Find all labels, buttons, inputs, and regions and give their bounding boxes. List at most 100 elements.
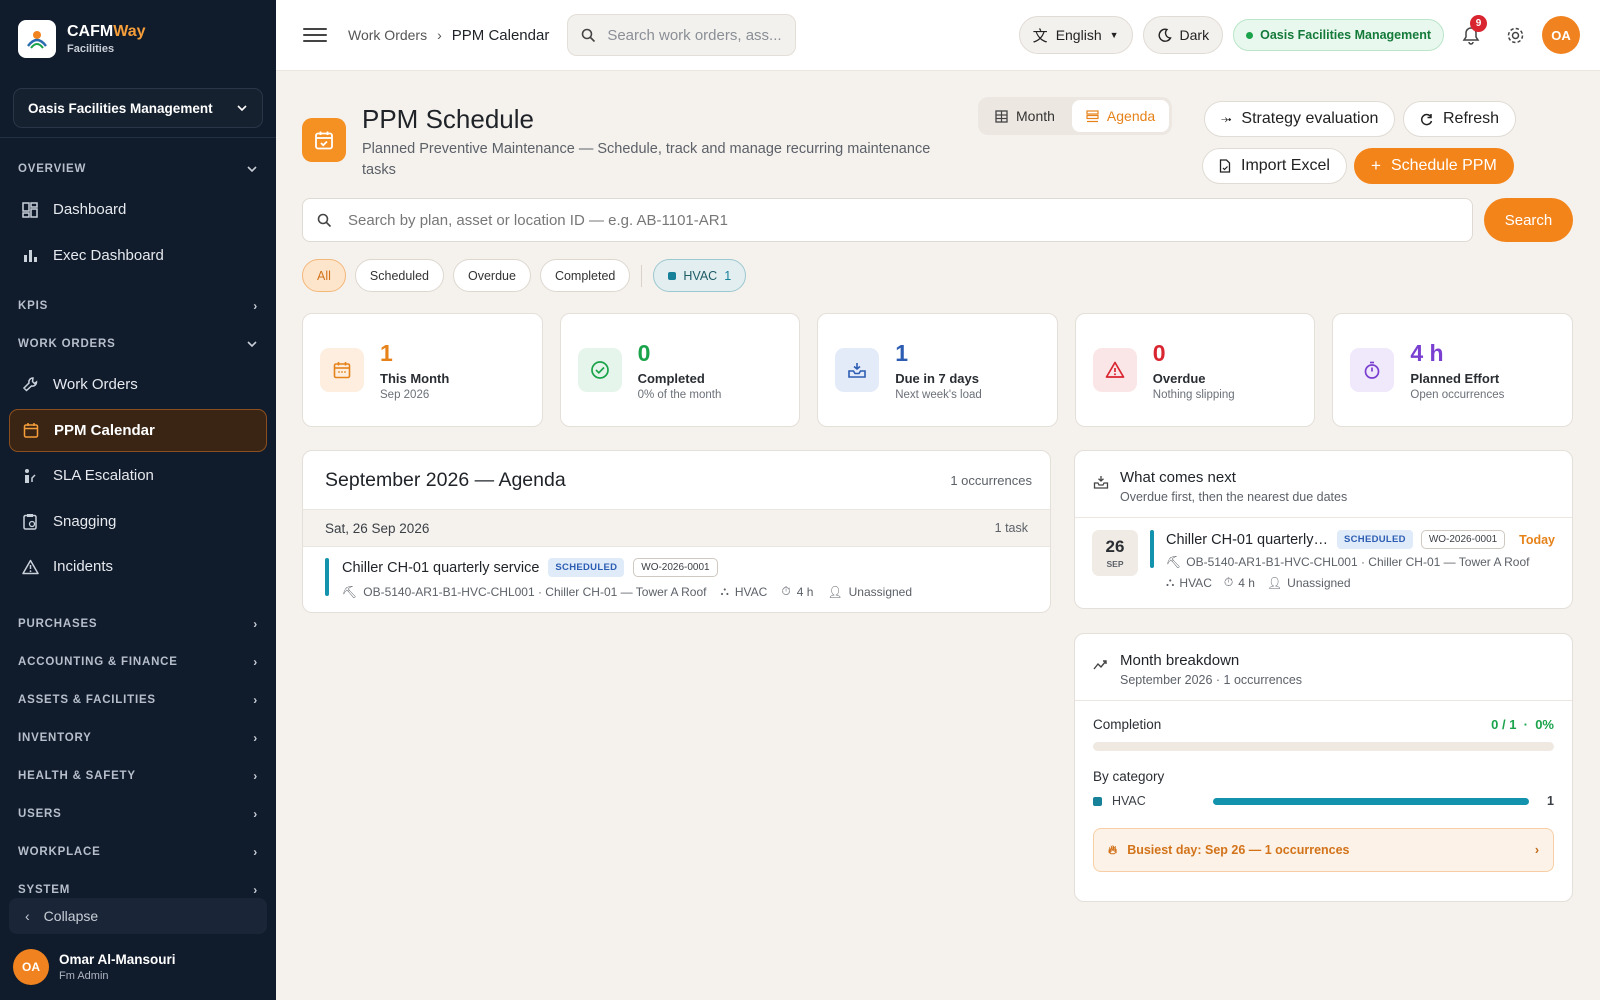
stat-value: 1: [895, 339, 908, 366]
filter-category-hvac[interactable]: HVAC 1: [653, 259, 747, 292]
status-dot: [1246, 31, 1254, 39]
work-order-badge[interactable]: WO-2026-0001: [1420, 530, 1506, 549]
brand-subtitle: Facilities: [67, 43, 115, 55]
stat-label: This Month: [380, 370, 450, 386]
brand[interactable]: CAFMWay Facilities: [0, 0, 276, 78]
collapse-button[interactable]: ‹ Collapse: [9, 898, 267, 934]
strategy-evaluation-button[interactable]: ⤞ Strategy evaluation: [1204, 101, 1396, 137]
filter-scheduled[interactable]: Scheduled: [354, 259, 444, 292]
user-avatar[interactable]: OA: [1542, 16, 1580, 54]
view-toggle: Month Agenda: [978, 97, 1173, 135]
section-work-orders[interactable]: WORK ORDERS: [0, 325, 276, 363]
sidebar-item-label: Work Orders: [53, 376, 138, 393]
sidebar-item-snagging[interactable]: Snagging: [9, 500, 267, 543]
stat-card-due-7-days[interactable]: 1 Due in 7 days Next week's load: [817, 313, 1058, 427]
language-selector[interactable]: 文 English ▼: [1018, 16, 1133, 54]
section-health-safety[interactable]: HEALTH & SAFETY ›: [0, 757, 276, 795]
section-kpis[interactable]: KPIS ›: [0, 287, 276, 325]
category-bar-fill: [1213, 797, 1529, 805]
brand-name-accent: Way: [113, 23, 146, 40]
schedule-ppm-button[interactable]: + Schedule PPM: [1354, 148, 1514, 184]
global-search-placeholder: Search work orders, ass...: [607, 26, 782, 44]
stat-card-overdue[interactable]: 0 Overdue Nothing slipping: [1074, 313, 1316, 427]
view-agenda-button[interactable]: Agenda: [1071, 100, 1170, 132]
view-month-label: Month: [1016, 108, 1055, 124]
stat-sub: Nothing slipping: [1152, 388, 1235, 401]
plan-search-input[interactable]: Search by plan, asset or location ID — e…: [302, 198, 1473, 242]
sidebar-item-work-orders[interactable]: Work Orders: [9, 363, 267, 406]
sidebar-item-label: Exec Dashboard: [53, 246, 164, 264]
category-label: HVAC: [683, 268, 718, 283]
section-accounting-finance[interactable]: ACCOUNTING & FINANCE ›: [0, 643, 276, 681]
sidebar-item-exec-dashboard[interactable]: Exec Dashboard: [9, 234, 267, 277]
section-users[interactable]: USERS ›: [0, 795, 276, 833]
chevron-right-icon: ›: [253, 654, 258, 669]
sidebar-item-sla-escalation[interactable]: SLA Escalation: [9, 454, 267, 497]
brand-name: CAFM: [67, 23, 114, 40]
timer-icon: ⏱: [781, 584, 791, 598]
filter-all[interactable]: All: [302, 259, 346, 292]
org-status-badge[interactable]: Oasis Facilities Management: [1233, 19, 1444, 51]
chevron-right-icon: ›: [253, 616, 258, 631]
chevron-right-icon: ›: [253, 692, 258, 707]
trend-icon: [1093, 652, 1109, 687]
global-search-input[interactable]: Search work orders, ass...: [567, 14, 797, 56]
view-month-button[interactable]: Month: [981, 100, 1069, 132]
import-excel-button[interactable]: Import Excel: [1202, 148, 1347, 184]
filter-overdue[interactable]: Overdue: [452, 259, 531, 292]
person-icon: 👤︎: [1266, 575, 1283, 590]
chevron-left-icon: ‹: [25, 908, 30, 924]
calendar-icon: [320, 348, 364, 392]
section-assets-facilities[interactable]: ASSETS & FACILITIES ›: [0, 681, 276, 719]
alert-triangle-icon: [1092, 348, 1137, 392]
search-button[interactable]: Search: [1484, 198, 1573, 242]
section-purchases[interactable]: PURCHASES ›: [0, 605, 276, 643]
escalation-icon: [21, 468, 39, 484]
sidebar-item-ppm-calendar[interactable]: PPM Calendar: [9, 408, 267, 452]
section-workplace[interactable]: WORKPLACE ›: [0, 833, 276, 871]
chevron-right-icon: ›: [253, 882, 258, 897]
sidebar-item-label: SLA Escalation: [53, 467, 154, 484]
breadcrumb-work-orders[interactable]: Work Orders: [348, 27, 427, 43]
section-label: INVENTORY: [18, 731, 92, 744]
chevron-right-icon: ›: [253, 844, 258, 859]
notifications-button[interactable]: 9: [1454, 14, 1488, 45]
filter-completed[interactable]: Completed: [539, 259, 631, 292]
topbar: Work Orders › PPM Calendar Search work o…: [276, 0, 1600, 71]
date-day: 26: [1105, 536, 1125, 556]
occurrence-effort: 4 h: [796, 584, 814, 599]
category-row[interactable]: HVAC 1: [1093, 794, 1554, 808]
settings-button[interactable]: [1498, 26, 1532, 45]
stat-card-completed[interactable]: 0 Completed 0% of the month: [559, 313, 801, 427]
section-work-orders-label: WORK ORDERS: [18, 338, 116, 350]
section-overview-label: OVERVIEW: [18, 163, 87, 175]
schedule-ppm-label: Schedule PPM: [1390, 157, 1497, 174]
page-title: PPM Schedule: [362, 104, 534, 134]
stat-cards: 1 This Month Sep 2026 0 Completed 0% of the …: [302, 313, 1573, 427]
busiest-day-callout[interactable]: 🔥︎ Busiest day: Sep 26 — 1 occurrences ›: [1093, 828, 1554, 872]
chevron-right-icon: ›: [253, 299, 258, 313]
stat-sub: Open occurrences: [1410, 388, 1505, 401]
sidebar-item-dashboard[interactable]: Dashboard: [9, 188, 267, 231]
section-overview[interactable]: OVERVIEW: [0, 150, 276, 188]
next-up-item[interactable]: 26 SEP Chiller CH-01 quarterly service S…: [1075, 517, 1572, 602]
user-name: Omar Al-Mansouri: [59, 952, 176, 967]
inbox-icon: [1093, 469, 1109, 504]
stat-card-this-month[interactable]: 1 This Month Sep 2026: [302, 313, 543, 427]
category-swatch: [668, 271, 677, 280]
refresh-button[interactable]: Refresh: [1403, 101, 1517, 137]
work-order-badge[interactable]: WO-2026-0001: [633, 558, 718, 577]
due-when: Today: [1519, 532, 1555, 547]
sidebar-item-label: PPM Calendar: [54, 421, 155, 439]
stat-card-planned-effort[interactable]: 4 h Planned Effort Open occurrences: [1332, 313, 1573, 427]
status-filters: All Scheduled Overdue Completed HVAC 1: [302, 259, 747, 292]
user-profile[interactable]: OA Omar Al-Mansouri Fm Admin: [0, 934, 276, 1000]
org-selector[interactable]: Oasis Facilities Management: [13, 88, 263, 128]
agenda-occurrence[interactable]: Chiller CH-01 quarterly service SCHEDULE…: [303, 547, 1050, 610]
menu-icon[interactable]: [303, 28, 327, 42]
theme-toggle[interactable]: Dark: [1142, 16, 1224, 54]
section-inventory[interactable]: INVENTORY ›: [0, 719, 276, 757]
section-label: ACCOUNTING & FINANCE: [18, 655, 178, 668]
agenda-day-count: 1 task: [994, 521, 1028, 535]
sidebar-item-incidents[interactable]: Incidents: [9, 545, 267, 588]
